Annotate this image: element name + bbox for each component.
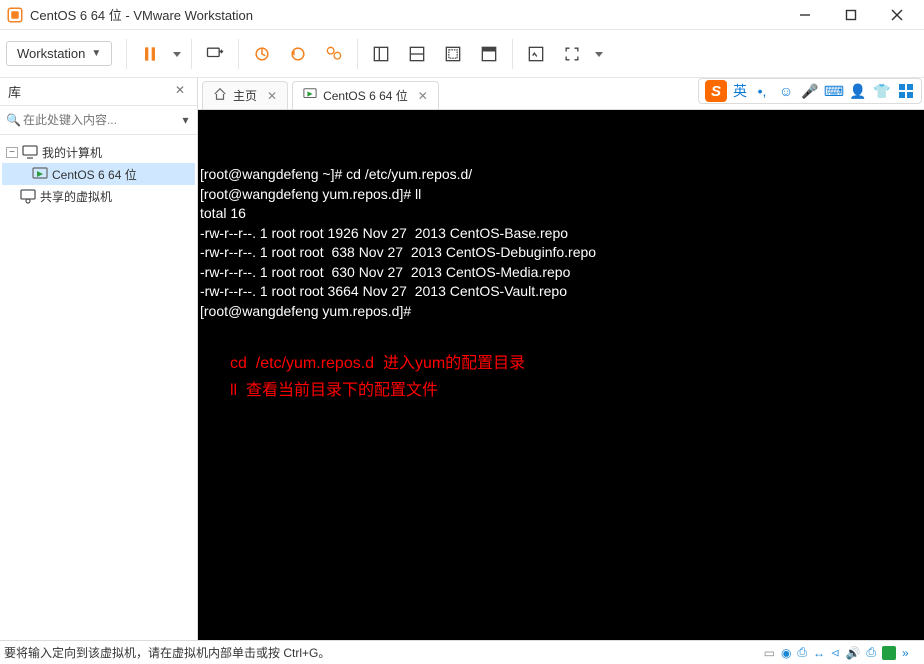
disk-icon[interactable]: ▭ xyxy=(764,646,775,660)
library-sidebar: 库 ✕ 🔍 ▾ − 我的计算机 CentOS 6 64 位 共享的虚拟机 xyxy=(0,78,198,640)
status-bar: 要将输入定向到该虚拟机，请在虚拟机内部单击或按 Ctrl+G。 ▭ ◉ ⎙ ↔ … xyxy=(0,640,924,664)
cdrom-icon[interactable]: ◉ xyxy=(781,646,791,660)
network-icon[interactable]: ↔ xyxy=(813,646,825,660)
main-toolbar: Workstation ▼ xyxy=(0,30,924,78)
tree-label: 共享的虚拟机 xyxy=(40,188,112,205)
sound-icon[interactable]: 🔊 xyxy=(845,646,860,660)
expand-icon[interactable]: − xyxy=(6,147,18,158)
ime-lang-button[interactable]: 英 xyxy=(733,81,747,101)
ime-face-icon[interactable]: ☺ xyxy=(777,82,795,100)
vm-running-icon xyxy=(303,87,317,104)
pause-button[interactable] xyxy=(133,37,167,71)
tab-vm-centos[interactable]: CentOS 6 64 位 ✕ xyxy=(292,81,439,109)
tree-label: CentOS 6 64 位 xyxy=(52,166,137,183)
search-dropdown-icon[interactable]: ▾ xyxy=(180,113,191,127)
tree-item-centos[interactable]: CentOS 6 64 位 xyxy=(2,163,195,185)
ime-skin-icon[interactable]: 👕 xyxy=(873,82,891,100)
ime-punct-icon[interactable]: •, xyxy=(753,82,771,100)
tab-close-icon[interactable]: ✕ xyxy=(418,89,428,103)
computer-icon xyxy=(22,144,38,160)
terminal-output: [root@wangdefeng ~]# cd /etc/yum.repos.d… xyxy=(200,166,596,319)
tree-root-my-computer[interactable]: − 我的计算机 xyxy=(2,141,195,163)
maximize-button[interactable] xyxy=(828,0,874,30)
sidebar-close-button[interactable]: ✕ xyxy=(171,83,189,101)
annotation-overlay: cd /etc/yum.repos.d 进入yum的配置目录 ll 查看当前目录… xyxy=(230,350,922,404)
display-indicator-icon[interactable] xyxy=(882,646,896,660)
view-split-button[interactable] xyxy=(400,37,434,71)
title-bar: CentOS 6 64 位 - VMware Workstation xyxy=(0,0,924,30)
chevron-down-icon: ▼ xyxy=(91,48,101,59)
send-keys-button[interactable] xyxy=(198,37,232,71)
printer-icon[interactable]: ⎙ xyxy=(866,645,876,660)
fullscreen-button[interactable] xyxy=(555,37,589,71)
usb-icon[interactable]: ⏿ xyxy=(831,645,839,660)
ime-mic-icon[interactable]: 🎤 xyxy=(801,82,819,100)
window-title: CentOS 6 64 位 - VMware Workstation xyxy=(30,5,782,24)
status-message: 要将输入定向到该虚拟机，请在虚拟机内部单击或按 Ctrl+G。 xyxy=(0,644,764,661)
vmware-app-icon xyxy=(6,6,24,24)
ime-toolbox-icon[interactable] xyxy=(897,82,915,100)
search-input[interactable] xyxy=(21,110,180,130)
unity-mode-button[interactable] xyxy=(519,37,553,71)
toolbar-separator xyxy=(126,39,127,69)
snapshot-button[interactable] xyxy=(245,37,279,71)
tab-close-icon[interactable]: ✕ xyxy=(267,89,277,103)
content-area: S 英 •, ☺ 🎤 ⌨ 👤 👕 主页 ✕ CentOS 6 64 位 ✕ [r… xyxy=(198,78,924,640)
revert-snapshot-button[interactable] xyxy=(281,37,315,71)
floppy-icon[interactable]: ⎙ xyxy=(797,645,807,660)
snapshot-manager-button[interactable] xyxy=(317,37,351,71)
tree-label: 我的计算机 xyxy=(42,144,102,161)
sidebar-search[interactable]: 🔍 ▾ xyxy=(0,106,197,135)
workstation-menu-label: Workstation xyxy=(17,46,85,61)
ime-user-icon[interactable]: 👤 xyxy=(849,82,867,100)
vm-console-terminal[interactable]: [root@wangdefeng ~]# cd /etc/yum.repos.d… xyxy=(198,110,924,640)
toolbar-separator xyxy=(512,39,513,69)
close-button[interactable] xyxy=(874,0,920,30)
shared-vm-icon xyxy=(20,188,36,204)
main-area: 库 ✕ 🔍 ▾ − 我的计算机 CentOS 6 64 位 共享的虚拟机 xyxy=(0,78,924,640)
view-single-button[interactable] xyxy=(364,37,398,71)
home-icon xyxy=(213,87,227,104)
tab-label: 主页 xyxy=(233,87,257,104)
fullscreen-dropdown[interactable] xyxy=(591,37,607,71)
workstation-menu[interactable]: Workstation ▼ xyxy=(6,41,112,66)
toolbar-separator xyxy=(357,39,358,69)
ime-keyboard-icon[interactable]: ⌨ xyxy=(825,82,843,100)
view-thumbnail-button[interactable] xyxy=(436,37,470,71)
library-tree: − 我的计算机 CentOS 6 64 位 共享的虚拟机 xyxy=(0,135,197,213)
vm-running-icon xyxy=(32,166,48,182)
device-tray: ▭ ◉ ⎙ ↔ ⏿ 🔊 ⎙ » xyxy=(764,645,924,660)
view-console-button[interactable] xyxy=(472,37,506,71)
tab-label: CentOS 6 64 位 xyxy=(323,87,408,104)
toolbar-separator xyxy=(238,39,239,69)
minimize-button[interactable] xyxy=(782,0,828,30)
sidebar-title: 库 xyxy=(8,82,171,101)
tab-home[interactable]: 主页 ✕ xyxy=(202,81,288,109)
tray-menu-icon[interactable]: » xyxy=(902,646,918,660)
ime-toolbar[interactable]: S 英 •, ☺ 🎤 ⌨ 👤 👕 xyxy=(698,78,922,104)
sogou-logo-icon: S xyxy=(705,80,727,102)
power-dropdown[interactable] xyxy=(169,37,185,71)
tree-item-shared[interactable]: 共享的虚拟机 xyxy=(2,185,195,207)
toolbar-separator xyxy=(191,39,192,69)
search-icon: 🔍 xyxy=(6,113,21,127)
